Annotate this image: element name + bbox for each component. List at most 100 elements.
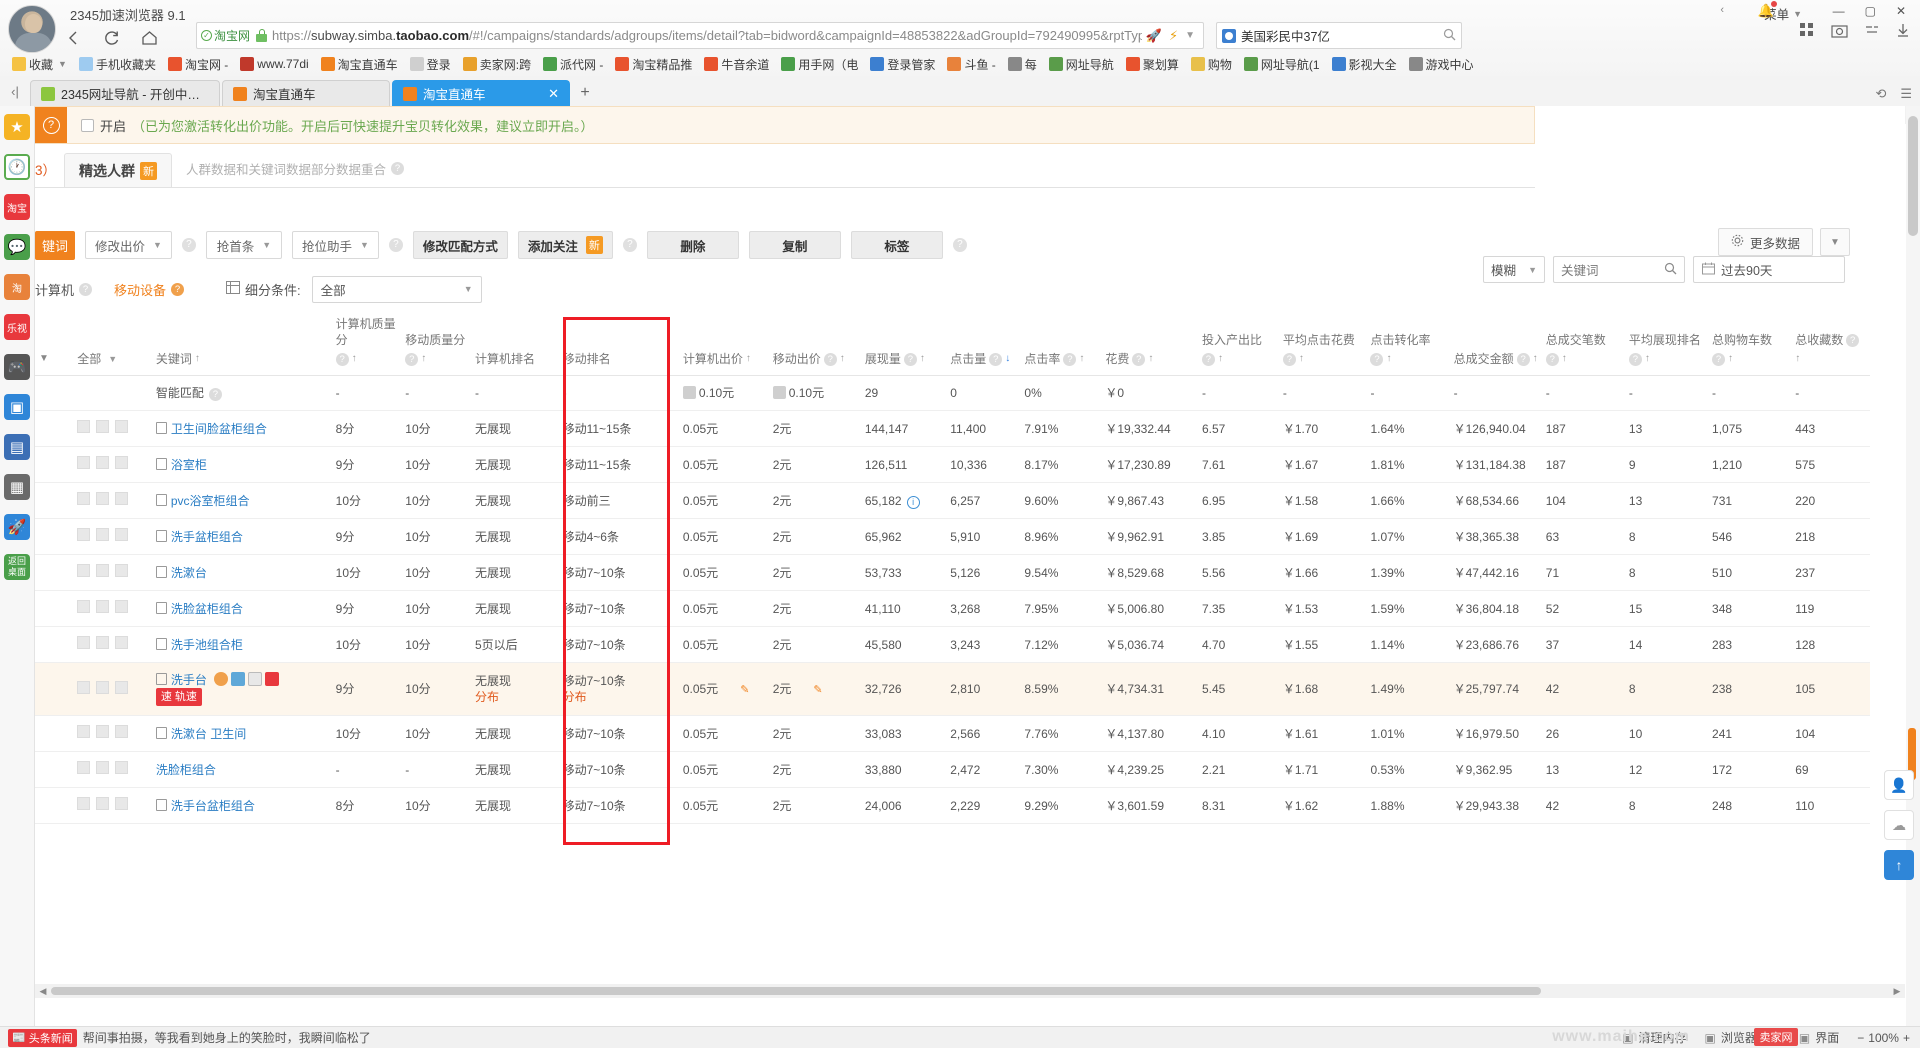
tab-selected-crowd[interactable]: 精选人群 新 [64,153,173,187]
bookmark-item[interactable]: 影视大全 [1326,54,1403,75]
bookmark-item[interactable]: 斗鱼 - [941,54,1001,75]
url-text[interactable]: https://subway.simba.taobao.com/#!/campa… [272,28,1142,43]
table-header-gmv[interactable]: 总成交金额? ↑ [1449,310,1542,376]
return-desktop-icon[interactable]: 返回 桌面 [4,554,30,580]
row-select-checkboxes[interactable] [73,446,152,483]
checkbox[interactable] [96,564,110,577]
table-header-pc_quality[interactable]: 计算机质量分? ↑ [331,310,402,376]
chevron-down-icon[interactable]: ▼ [153,240,162,250]
checkbox[interactable] [77,564,91,577]
back-to-top-icon[interactable]: ↑ [1884,850,1914,880]
more-data-button[interactable]: 更多数据 [1717,228,1813,256]
more-data-caret-button[interactable]: ▼ [1820,228,1850,256]
checkbox[interactable] [96,725,110,738]
help-icon[interactable]: ? [208,388,222,401]
table-header-mb_rank[interactable]: 移动排名 [558,310,679,376]
bookmark-item[interactable]: 派代网 - [537,54,609,75]
pc-bid-cell[interactable]: 0.05元 [678,518,769,555]
bookmark-item[interactable]: www.77di [234,55,314,73]
pc-bid-cell[interactable]: 0.05元 [678,787,769,824]
toolbar-button[interactable]: 抢位助手 ▼ [291,231,379,259]
table-header-ctr[interactable]: 点击率? ↑ [1020,310,1102,376]
keyword-link[interactable]: 洗漱台 卫生间 [171,727,246,741]
toolbar-button[interactable]: 修改匹配方式 [412,231,508,259]
device-filter-pc[interactable]: 计算机? [35,280,93,299]
mb-bid-cell[interactable]: 0.10元 [768,375,861,411]
table-row[interactable]: 卫生间脸盆柜组合 8分 10分 无展现 移动11~15条 0.05元 2元 144,147 11… [35,410,1870,447]
edit-pencil-icon[interactable]: ✎ [813,684,822,696]
bolt-icon[interactable]: ⚡ [1169,28,1178,44]
checkbox[interactable] [96,420,110,433]
checkbox[interactable] [115,492,129,505]
table-row[interactable]: 洗漱台 10分 10分 无展现 移动7~10条 0.05元 2元 53,733 5,126 9.5… [35,554,1870,591]
download-icon[interactable] [1896,23,1910,41]
chevron-down-icon[interactable]: ▼ [262,240,271,250]
table-row[interactable]: 洗手池组合柜 10分 10分 5页以后 移动7~10条 0.05元 2元 45,580 3,24… [35,626,1870,663]
checkbox[interactable] [115,528,129,541]
sort-ascending-icon[interactable]: ↑ [1533,351,1538,367]
new-tab-button[interactable]: + [572,80,598,106]
table-row[interactable]: 洗手台盆柜组合 8分 10分 无展现 移动7~10条 0.05元 2元 24,006 2,229… [35,787,1870,824]
vscroll-thumb[interactable] [1908,116,1918,236]
screenshot-icon[interactable] [1831,23,1848,41]
table-header-avg_cpc[interactable]: 平均点击花费? ↑ [1278,310,1367,376]
hscroll-track[interactable] [51,986,1889,996]
checkbox[interactable] [96,492,110,505]
keyword-cell[interactable]: 智能匹配? [151,375,332,411]
table-header-pc_rank[interactable]: 计算机排名 [470,310,559,376]
sort-ascending-icon[interactable]: ↑ [352,351,357,367]
keyword-search-input[interactable]: 关键词 [1553,256,1685,283]
table-header-cvr[interactable]: 点击转化率? ↑ [1366,310,1450,376]
checkbox[interactable] [115,456,129,469]
sort-ascending-icon[interactable]: ↑ [1645,351,1650,367]
zoom-control[interactable]: −100% + [1857,1031,1910,1045]
page-tab-prev-cut[interactable]: 3） [35,159,64,187]
edit-pencil-icon[interactable]: ✎ [740,684,749,696]
keyword-cell[interactable]: 洗脸柜组合 [151,751,332,788]
expand-all-caret[interactable]: ▼ [39,351,49,367]
chevron-down-icon[interactable]: ▼ [1185,30,1195,41]
checkbox[interactable] [96,797,110,810]
search-box[interactable]: 美国彩民中37亿 [1216,22,1462,49]
browser-tab[interactable]: 2345网址导航 - 开创中国百年 [30,80,220,106]
avatar[interactable] [8,5,56,53]
checkbox[interactable] [77,761,91,774]
checkbox[interactable] [96,528,110,541]
keyword-cell[interactable]: pvc浴室柜组合 [151,482,332,519]
sort-ascending-icon[interactable]: ↑ [195,351,200,367]
app-dock-icon[interactable]: ▦ [4,474,30,500]
sort-descending-icon[interactable]: ↓ [1005,351,1010,367]
checkbox[interactable] [77,492,91,505]
bookmark-item[interactable]: 购物 [1185,54,1238,75]
help-icon[interactable]: ? [391,162,405,175]
notice-checkbox[interactable] [81,118,94,132]
keyword-cell[interactable]: 浴室柜 [151,446,332,483]
segment-select[interactable]: 全部 ▼ [311,275,482,303]
help-icon[interactable]: ? [1516,352,1530,366]
checkbox[interactable] [77,680,91,694]
keyword-link[interactable]: 洗手盆柜组合 [171,530,243,544]
help-icon[interactable]: ? [622,238,637,252]
toolbar-button[interactable]: 修改出价 ▼ [85,231,172,259]
help-icon[interactable]: ? [171,282,185,296]
bubble-icon[interactable] [213,672,228,686]
keyword-link[interactable]: 洗手台 [171,673,207,687]
toolbar-button[interactable]: 标签 [850,231,943,259]
pc-bid-cell[interactable]: 0.05元 ✎ [678,662,769,716]
keyword-link[interactable]: 洗脸盆柜组合 [171,602,243,616]
keyword-link[interactable]: 洗脸柜组合 [156,763,216,777]
keyword-cell[interactable]: 洗手台盆柜组合 [151,787,332,824]
restore-tab-icon[interactable]: ⟲ [1875,86,1886,102]
help-icon[interactable]: ? [181,238,196,252]
sort-ascending-icon[interactable]: ↑ [1728,351,1733,367]
bookmark-item[interactable]: 聚划算 [1120,54,1185,75]
home-icon[interactable] [138,27,160,49]
bookmark-item[interactable]: 网址导航 [1043,54,1120,75]
bookmark-item[interactable]: 手机收藏夹 [73,54,162,75]
table-header-all[interactable]: 全部 ▼ [73,310,152,376]
toolbar-button[interactable]: 抢首条 ▼ [205,231,282,259]
chart-icon[interactable] [247,672,262,686]
checkbox[interactable] [115,636,129,649]
chevron-down-icon[interactable]: ▼ [108,351,117,367]
table-row[interactable]: 洗脸柜组合 - - 无展现 移动7~10条 0.05元 2元 33,880 2,472 7.30%… [35,751,1870,788]
